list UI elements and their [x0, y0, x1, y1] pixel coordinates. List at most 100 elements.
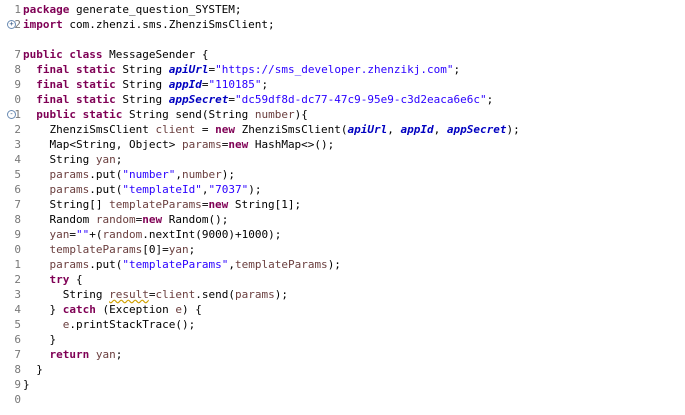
code-token: new: [215, 123, 235, 136]
code-token: apiUrl: [347, 123, 388, 136]
code-line: yan=""+(random.nextInt(9000)+1000);: [23, 227, 685, 242]
code-token: );: [221, 168, 235, 181]
line-number: 8: [14, 363, 21, 376]
code-token: final: [36, 78, 70, 91]
code-token: static: [76, 93, 116, 106]
code-token: .put(: [89, 258, 123, 271]
code-line: }: [23, 362, 685, 377]
line-number: 5: [14, 168, 21, 181]
code-token: ){: [294, 108, 308, 121]
line-number: 1-: [0, 107, 21, 122]
code-token: ZhenziSmsClient(: [234, 123, 348, 136]
code-token: }: [23, 378, 30, 391]
code-token: templateParams: [109, 198, 202, 211]
line-number: 4: [14, 153, 21, 166]
code-line: final static String appId="110185";: [23, 77, 685, 92]
code-token: .put(: [89, 168, 123, 181]
code-token: client: [155, 288, 196, 301]
code-token: );: [248, 183, 262, 196]
code-token: Map<String, Object>: [23, 138, 182, 151]
line-number: 8: [14, 213, 21, 226]
code-line: public class MessageSender {: [23, 47, 685, 62]
code-token: new: [228, 138, 249, 151]
code-line: templateParams[0]=yan;: [23, 242, 685, 257]
code-token: appSecret: [446, 123, 507, 136]
code-token: com.zhenzi.sms.ZhenziSmsClient;: [62, 18, 275, 31]
code-line: package generate_question_SYSTEM;: [23, 2, 685, 17]
code-token: Random();: [162, 213, 229, 226]
code-token: }: [23, 363, 43, 376]
code-token: {: [69, 273, 83, 286]
line-number: 1: [14, 258, 21, 271]
code-token: "number": [122, 168, 176, 181]
line-number: 2 +: [0, 17, 21, 32]
code-line: import com.zhenzi.sms.ZhenziSmsClient;: [23, 17, 685, 32]
code-token: generate_question_SYSTEM;: [69, 3, 242, 16]
code-line: final static String apiUrl="https://sms_…: [23, 62, 685, 77]
code-token: yan: [168, 243, 189, 256]
fold-expand-icon[interactable]: +: [7, 20, 16, 29]
code-token: (Exception: [95, 303, 176, 316]
code-token: String[1];: [228, 198, 302, 211]
code-token: "dc59df8d-dc77-47c9-95e9-c3d2eaca6e6c": [234, 93, 487, 106]
code-token: params: [49, 258, 90, 271]
code-token: String send(String: [122, 108, 255, 121]
line-number: 0: [14, 93, 21, 106]
code-token: new: [142, 213, 163, 226]
code-token: }: [23, 333, 57, 346]
code-token: ,: [175, 168, 182, 181]
code-token: templateParams: [49, 243, 143, 256]
code-line: }: [23, 332, 685, 347]
code-token: params: [49, 168, 90, 181]
code-token: HashMap<>();: [248, 138, 335, 151]
code-token: templateParams: [234, 258, 328, 271]
line-number: 6: [14, 183, 21, 196]
code-line: final static String appSecret="dc59df8d-…: [23, 92, 685, 107]
code-token: result: [109, 288, 149, 301]
line-number: 0: [14, 393, 21, 406]
code-token: "templateId": [122, 183, 202, 196]
line-number: 8: [14, 63, 21, 76]
fold-collapse-icon[interactable]: -: [7, 110, 16, 119]
code-token: "110185": [208, 78, 262, 91]
code-token: +(: [89, 228, 103, 241]
code-line: return yan;: [23, 347, 685, 362]
code-token: static: [76, 78, 116, 91]
code-token: [0]=: [142, 243, 169, 256]
code-area[interactable]: package generate_question_SYSTEM; import …: [23, 2, 685, 407]
code-token: appSecret: [168, 93, 229, 106]
code-token: Random: [23, 213, 96, 226]
code-token: String: [115, 93, 169, 106]
code-token: ;: [486, 93, 494, 106]
code-token: .nextInt(9000)+1000);: [142, 228, 282, 241]
code-token: public: [36, 108, 76, 121]
code-line: String[] templateParams=new String[1];: [23, 197, 685, 212]
code-token: ZhenziSmsClient: [23, 123, 156, 136]
code-token: package: [23, 3, 70, 16]
code-token: yan: [95, 348, 116, 361]
code-token: number: [181, 168, 222, 181]
line-number: 9: [14, 228, 21, 241]
code-token: import: [23, 18, 63, 31]
java-code-editor[interactable]: 1 2 +7 8 9 0 1-2 3 4 5 6 7 8 9 0 1 2 3 4 5 6 7 8 9 0 package gen…: [0, 0, 685, 415]
code-token: ;: [115, 153, 123, 166]
code-token: MessageSender {: [102, 48, 209, 61]
line-number: 7: [14, 348, 21, 361]
code-token: apiUrl: [168, 63, 209, 76]
code-line: ZhenziSmsClient client = new ZhenziSmsCl…: [23, 122, 685, 137]
code-token: e: [175, 303, 182, 316]
line-number: 9: [14, 78, 21, 91]
line-number: [0, 32, 21, 47]
line-number: 3: [14, 138, 21, 151]
code-token: new: [208, 198, 229, 211]
code-token: );: [274, 288, 288, 301]
